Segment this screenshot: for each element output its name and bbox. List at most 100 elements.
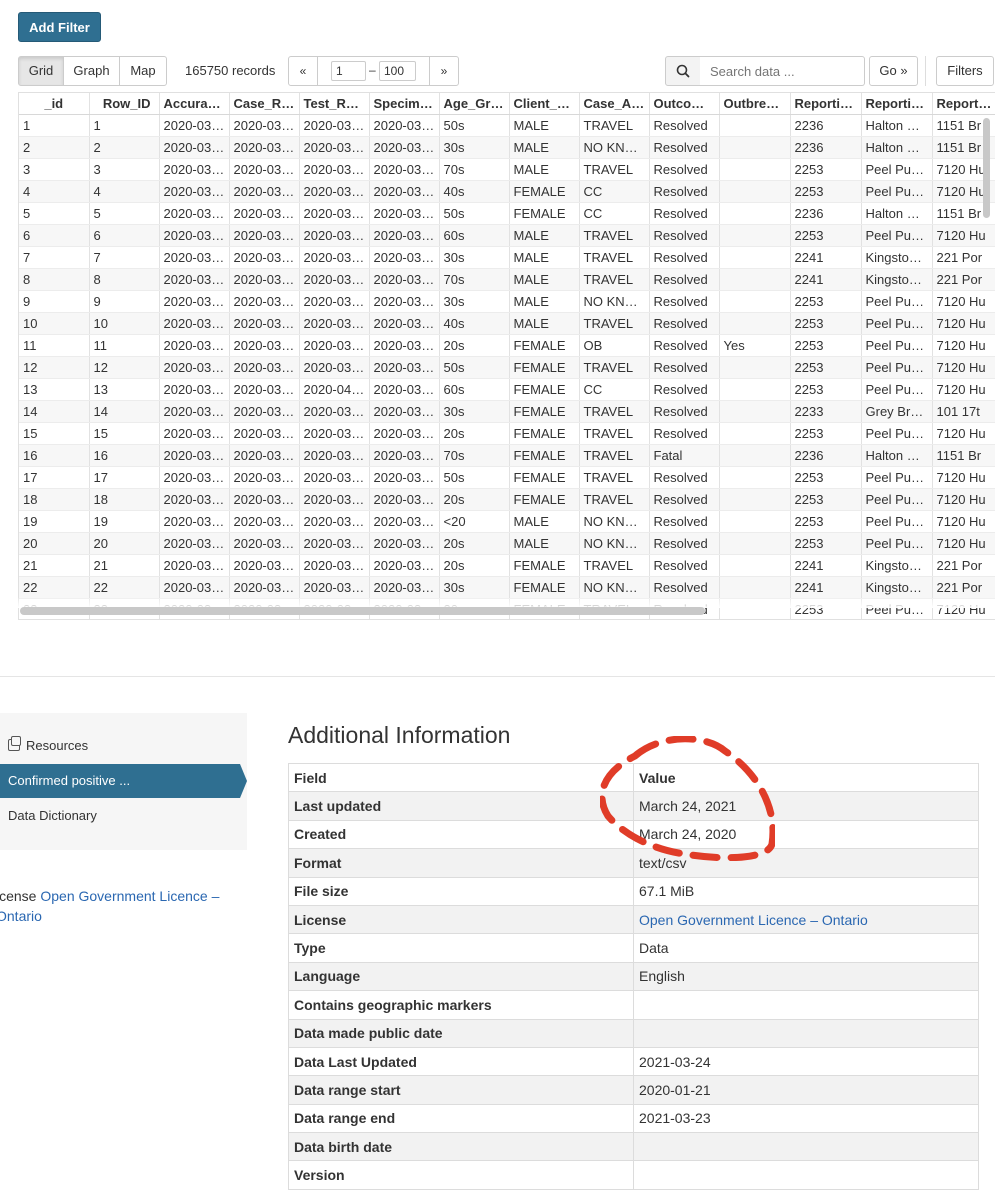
table-cell: 2253: [790, 422, 862, 445]
table-cell: 2020-03…: [369, 378, 440, 401]
tab-grid[interactable]: Grid: [18, 56, 64, 86]
table-row[interactable]: 6 6 2020-03… 2020-03… 2020-03… 2020-03… 60s MAL…: [19, 224, 995, 247]
table-cell: 2020-03…: [299, 290, 370, 313]
pager-to-input[interactable]: [379, 61, 416, 81]
table-cell: 2020-03…: [229, 290, 300, 313]
table-cell: 7: [89, 246, 160, 269]
go-button[interactable]: Go »: [869, 56, 918, 86]
table-cell: Peel Pub…: [861, 312, 933, 335]
column-header[interactable]: Outbrea…: [719, 93, 791, 115]
license-link-continued[interactable]: Ontario: [0, 908, 42, 924]
table-cell: 4: [19, 180, 90, 203]
table-cell: 12: [89, 356, 160, 379]
table-row[interactable]: 22 22 2020-03… 2020-03… 2020-03… 2020-03… 30s F…: [19, 576, 995, 599]
table-cell: 20: [89, 532, 160, 555]
column-header[interactable]: Outcome1: [649, 93, 720, 115]
info-value: English: [633, 961, 979, 992]
table-cell: Peel Pub…: [861, 378, 933, 401]
column-header[interactable]: Reporti…: [790, 93, 862, 115]
table-row[interactable]: 2 2 2020-03… 2020-03… 2020-03… 2020-03… 30s MAL…: [19, 136, 995, 159]
table-cell: 2020-03…: [159, 510, 230, 533]
table-cell: Resolved: [649, 488, 720, 511]
pager-next-button[interactable]: »: [429, 57, 458, 85]
table-cell: 2020-03…: [369, 246, 440, 269]
column-header[interactable]: _id: [19, 93, 90, 115]
table-cell: 2236: [790, 136, 862, 159]
column-header[interactable]: Age_Gr…: [439, 93, 510, 115]
info-value: [633, 1132, 979, 1162]
table-row[interactable]: 15 15 2020-03… 2020-03… 2020-03… 2020-03… 20s F…: [19, 422, 995, 445]
table-row[interactable]: 21 21 2020-03… 2020-03… 2020-03… 2020-03… 20s F…: [19, 554, 995, 577]
column-header[interactable]: Reporti…: [861, 93, 933, 115]
column-header[interactable]: Test_Re…: [299, 93, 370, 115]
table-row[interactable]: 19 19 2020-03… 2020-03… 2020-03… 2020-03… <20 M…: [19, 510, 995, 533]
column-header[interactable]: Reporti…: [932, 93, 995, 115]
table-cell: 70s: [439, 444, 510, 467]
table-cell: 19: [19, 510, 90, 533]
table-cell: TRAVEL: [579, 422, 650, 445]
table-cell: 2020-03…: [159, 378, 230, 401]
section-divider: [0, 676, 995, 677]
data-grid[interactable]: _id Row_ID Accurat… Case_R… Test_Re… Specim… A…: [18, 92, 995, 620]
table-cell: Resolved: [649, 202, 720, 225]
column-header[interactable]: Case_A…: [579, 93, 650, 115]
table-cell: 2020-03…: [229, 158, 300, 181]
table-cell: 9: [19, 290, 90, 313]
info-value: [633, 1160, 979, 1190]
table-cell: [719, 466, 791, 489]
table-cell: 2020-03…: [159, 466, 230, 489]
table-cell: 2020-03…: [159, 202, 230, 225]
table-row[interactable]: 11 11 2020-03… 2020-03… 2020-03… 2020-03… 20s F…: [19, 334, 995, 357]
table-row[interactable]: 8 8 2020-03… 2020-03… 2020-03… 2020-03… 70s MAL…: [19, 268, 995, 291]
search-button[interactable]: [665, 56, 701, 86]
license-link[interactable]: Open Government Licence –: [40, 888, 219, 904]
add-filter-button[interactable]: Add Filter: [18, 12, 101, 42]
table-cell: 6: [19, 224, 90, 247]
tab-map[interactable]: Map: [119, 56, 167, 86]
table-cell: FEMALE: [509, 488, 580, 511]
table-cell: 20s: [439, 422, 510, 445]
info-license-link[interactable]: Open Government Licence – Ontario: [639, 912, 868, 928]
table-row[interactable]: 9 9 2020-03… 2020-03… 2020-03… 2020-03… 30s MAL…: [19, 290, 995, 313]
table-row[interactable]: 20 20 2020-03… 2020-03… 2020-03… 2020-03… 20s M…: [19, 532, 995, 555]
table-cell: 70s: [439, 268, 510, 291]
table-row[interactable]: 18 18 2020-03… 2020-03… 2020-03… 2020-03… 20s F…: [19, 488, 995, 511]
table-row[interactable]: 4 4 2020-03… 2020-03… 2020-03… 2020-03… 40s FEM…: [19, 180, 995, 203]
table-cell: FEMALE: [509, 378, 580, 401]
column-header[interactable]: Specim…: [369, 93, 440, 115]
pager-prev-button[interactable]: «: [289, 57, 318, 85]
table-cell: [719, 136, 791, 159]
column-header[interactable]: Accurat…: [159, 93, 230, 115]
table-cell: 14: [19, 400, 90, 423]
table-row[interactable]: 12 12 2020-03… 2020-03… 2020-03… 2020-03… 50s F…: [19, 356, 995, 379]
sidebar-item-confirmed-positive[interactable]: Confirmed positive ...: [0, 764, 247, 798]
table-row[interactable]: 17 17 2020-03… 2020-03… 2020-03… 2020-03… 50s F…: [19, 466, 995, 489]
table-row[interactable]: 14 14 2020-03… 2020-03… 2020-03… 2020-03… 30s F…: [19, 400, 995, 423]
table-cell: 2020-03…: [369, 576, 440, 599]
table-row[interactable]: 3 3 2020-03… 2020-03… 2020-03… 2020-03… 70s MAL…: [19, 158, 995, 181]
sidebar-item-data-dictionary[interactable]: Data Dictionary: [8, 808, 97, 823]
column-header[interactable]: Client_G…: [509, 93, 580, 115]
table-row[interactable]: 16 16 2020-03… 2020-03… 2020-03… 2020-03… 70s F…: [19, 444, 995, 467]
table-row[interactable]: 5 5 2020-03… 2020-03… 2020-03… 2020-03… 50s FEM…: [19, 202, 995, 225]
table-cell: 2020-03…: [369, 224, 440, 247]
column-header[interactable]: Row_ID: [89, 93, 160, 115]
table-row[interactable]: 7 7 2020-03… 2020-03… 2020-03… 2020-03… 30s MAL…: [19, 246, 995, 269]
column-header[interactable]: Case_R…: [229, 93, 300, 115]
info-value: Data: [633, 933, 979, 963]
filters-button[interactable]: Filters: [936, 56, 994, 86]
horizontal-scrollbar[interactable]: [20, 607, 705, 615]
table-cell: FEMALE: [509, 180, 580, 203]
table-row[interactable]: 13 13 2020-03… 2020-03… 2020-04… 2020-03… 60s F…: [19, 378, 995, 401]
table-row[interactable]: 10 10 2020-03… 2020-03… 2020-03… 2020-03… 40s M…: [19, 312, 995, 335]
table-cell: 15: [19, 422, 90, 445]
table-row[interactable]: 1 1 2020-03… 2020-03… 2020-03… 2020-03… 50s MAL…: [19, 114, 995, 137]
table-cell: [719, 180, 791, 203]
tab-graph[interactable]: Graph: [63, 56, 120, 86]
vertical-scrollbar[interactable]: [983, 118, 990, 218]
pager-from-input[interactable]: [331, 61, 366, 81]
table-cell: FEMALE: [509, 554, 580, 577]
search-input[interactable]: [700, 56, 865, 86]
page-title: Additional Information: [288, 722, 511, 748]
table-cell: Kingston…: [861, 576, 933, 599]
